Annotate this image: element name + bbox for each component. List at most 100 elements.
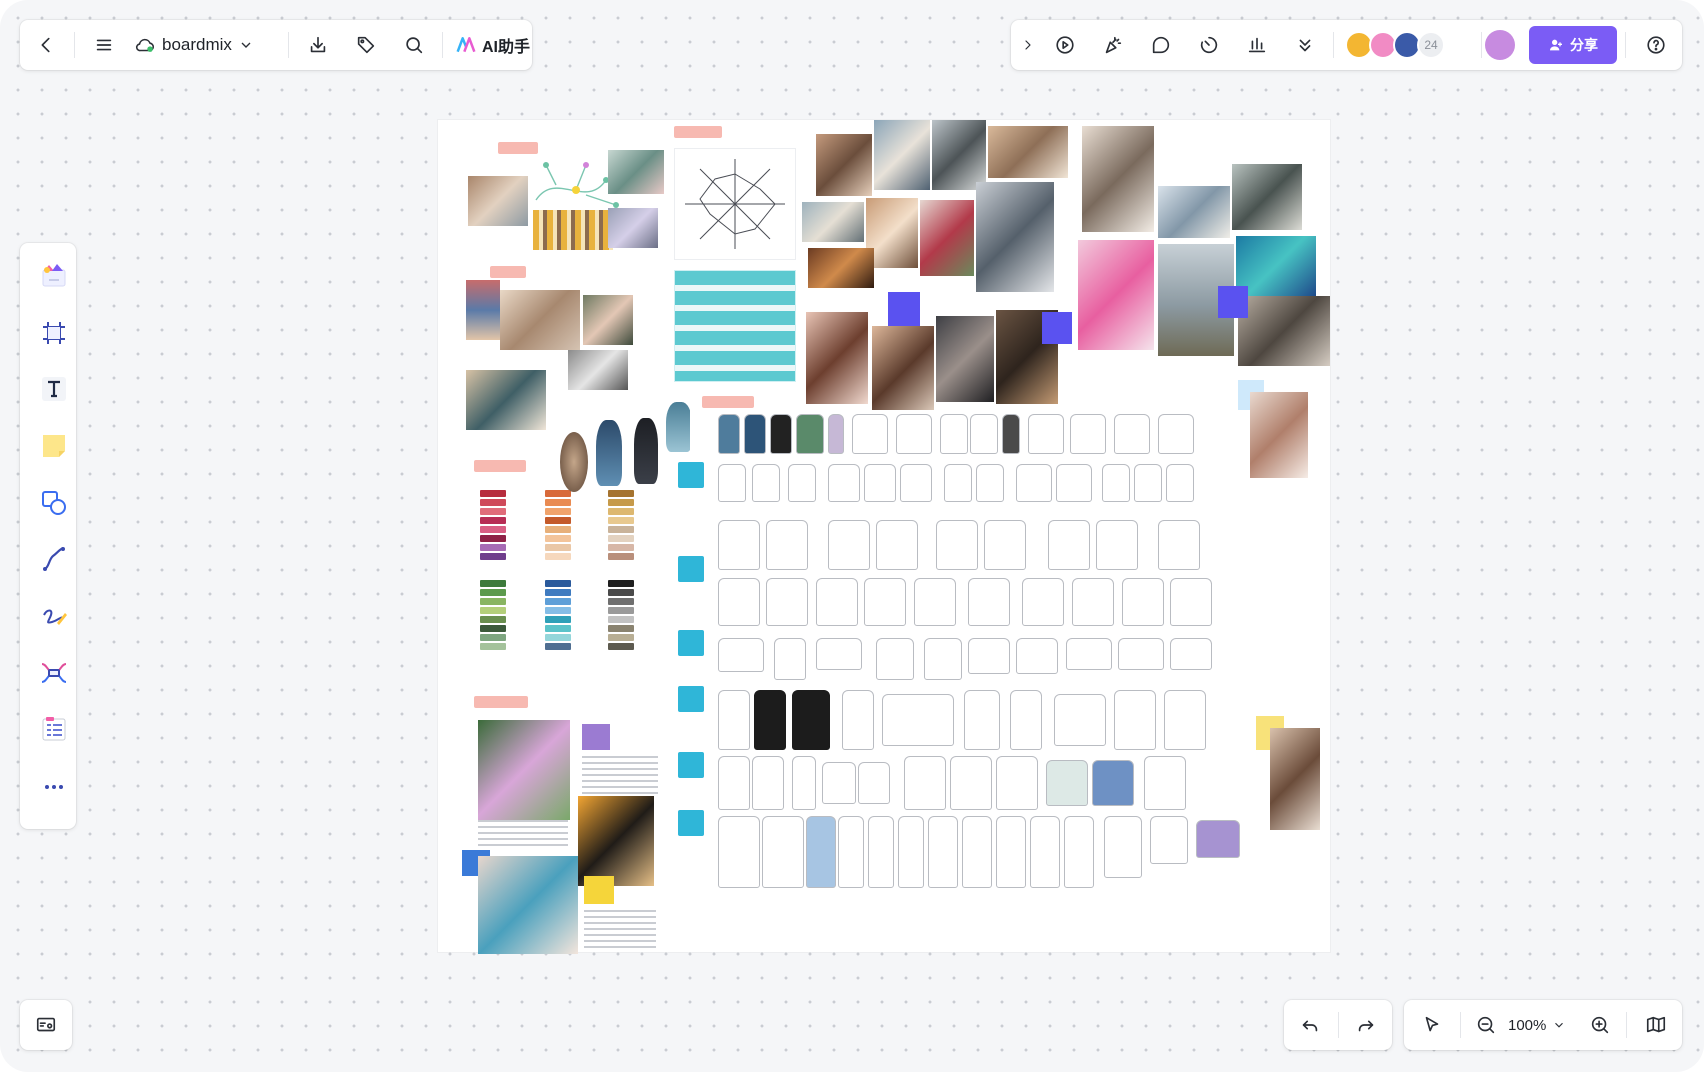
download-icon [310, 36, 326, 53]
mood-photo[interactable] [1082, 126, 1154, 232]
collage-image[interactable] [568, 350, 628, 390]
shape-tool[interactable] [32, 481, 76, 525]
category-marker [678, 556, 704, 582]
table-tool[interactable] [32, 707, 76, 751]
redo-button[interactable] [1348, 1007, 1384, 1043]
mood-photo[interactable] [808, 248, 874, 288]
main-menu-button[interactable] [86, 27, 122, 63]
mood-photo[interactable] [976, 182, 1054, 292]
board-name-dropdown[interactable]: boardmix [134, 29, 254, 61]
current-user-avatar[interactable] [1485, 30, 1515, 60]
collage-image[interactable] [468, 176, 528, 226]
zoom-out-button[interactable] [1468, 1007, 1504, 1043]
collage-image[interactable] [583, 295, 633, 345]
zoom-level-dropdown[interactable]: 100% [1508, 1009, 1566, 1041]
sticky-note[interactable] [888, 292, 920, 326]
mood-photo[interactable] [1078, 240, 1154, 350]
text-tool[interactable] [32, 367, 76, 411]
mood-photo[interactable] [874, 120, 930, 190]
mood-photo[interactable] [1232, 164, 1302, 230]
more-tools-button[interactable] [1287, 27, 1323, 63]
mood-photo[interactable] [1236, 236, 1316, 296]
mood-photo[interactable] [806, 312, 868, 404]
collage-image[interactable] [533, 210, 613, 250]
minimap-button[interactable] [28, 1007, 64, 1043]
collage-image[interactable] [608, 208, 658, 248]
mood-photo[interactable] [988, 126, 1068, 178]
radar-chart-graphic [685, 159, 785, 249]
chevron-left-icon [41, 37, 50, 53]
sticky-note-tool[interactable] [32, 424, 76, 468]
templates-tool[interactable] [32, 253, 76, 297]
color-table-card[interactable] [674, 270, 796, 382]
inspiration-photo[interactable] [578, 796, 654, 886]
frame-tool[interactable] [32, 311, 76, 355]
mind-map-tool[interactable] [32, 651, 76, 695]
undo-button[interactable] [1292, 1007, 1328, 1043]
tag-button[interactable] [348, 27, 384, 63]
sticky-note-icon [43, 435, 65, 457]
mood-photo[interactable] [920, 200, 974, 276]
toolbar-divider [1625, 32, 1626, 58]
back-button[interactable] [28, 27, 64, 63]
ai-assistant-button[interactable]: AI助手 [454, 29, 530, 61]
sketch-row [718, 634, 1218, 680]
export-button[interactable] [300, 27, 336, 63]
mood-photo[interactable] [936, 316, 994, 402]
timer-button[interactable] [1191, 27, 1227, 63]
collage-image[interactable] [500, 290, 580, 350]
sticky-note[interactable] [1042, 312, 1072, 344]
share-button[interactable]: 分享 [1529, 26, 1617, 64]
mood-photo[interactable] [1250, 392, 1308, 478]
mood-photo[interactable] [872, 326, 934, 418]
collage-image[interactable] [608, 150, 664, 194]
ai-assistant-label: AI助手 [482, 39, 531, 56]
zoom-in-button[interactable] [1582, 1007, 1618, 1043]
sticky-note[interactable] [1218, 286, 1248, 318]
sticky-note[interactable] [582, 724, 610, 750]
select-tool-button[interactable] [1414, 1007, 1450, 1043]
help-icon [1647, 36, 1665, 54]
mood-photo[interactable] [1238, 296, 1330, 366]
silhouette-figure[interactable] [634, 418, 658, 484]
collage-image[interactable] [466, 370, 546, 430]
inspiration-photo[interactable] [478, 856, 578, 954]
collaborator-avatars[interactable]: 24 [1345, 31, 1475, 61]
collapse-toolbar-button[interactable] [1015, 27, 1041, 63]
mood-board-frame[interactable] [438, 120, 1330, 954]
silhouette-figure[interactable] [560, 432, 588, 492]
chevron-right-icon [1025, 40, 1031, 50]
reading-mode-button[interactable] [1638, 1007, 1674, 1043]
garment-sketch-area[interactable] [678, 410, 1250, 950]
celebrate-button[interactable] [1095, 27, 1131, 63]
section-label [674, 126, 722, 138]
section-label [474, 460, 526, 472]
pen-tool[interactable] [32, 594, 76, 638]
silhouette-figure[interactable] [666, 402, 692, 452]
connector-tool[interactable] [32, 537, 76, 581]
mood-photo[interactable] [1158, 186, 1230, 238]
cloud-sync-icon [135, 38, 154, 52]
inspiration-photo[interactable] [478, 720, 570, 820]
mood-photo[interactable] [932, 120, 986, 190]
mood-photo[interactable] [802, 202, 864, 242]
presentation-button[interactable] [1047, 27, 1083, 63]
silhouette-figure[interactable] [596, 420, 622, 486]
add-user-icon [1550, 39, 1562, 51]
mood-photo[interactable] [1270, 728, 1320, 830]
radar-chart-card[interactable] [674, 148, 796, 260]
sticky-note[interactable] [584, 876, 614, 904]
vote-button[interactable] [1239, 27, 1275, 63]
more-tools-button[interactable] [32, 765, 76, 809]
color-palette-card[interactable] [470, 480, 660, 670]
category-marker [678, 810, 704, 836]
toolbar-divider [442, 32, 443, 58]
toolbar-divider [1338, 1012, 1339, 1038]
swatch-column [545, 580, 571, 652]
help-button[interactable] [1638, 27, 1674, 63]
chevron-down-icon [241, 42, 251, 48]
search-button[interactable] [396, 27, 432, 63]
mood-photo[interactable] [816, 134, 872, 196]
collage-image[interactable] [466, 280, 500, 340]
comment-button[interactable] [1143, 27, 1179, 63]
